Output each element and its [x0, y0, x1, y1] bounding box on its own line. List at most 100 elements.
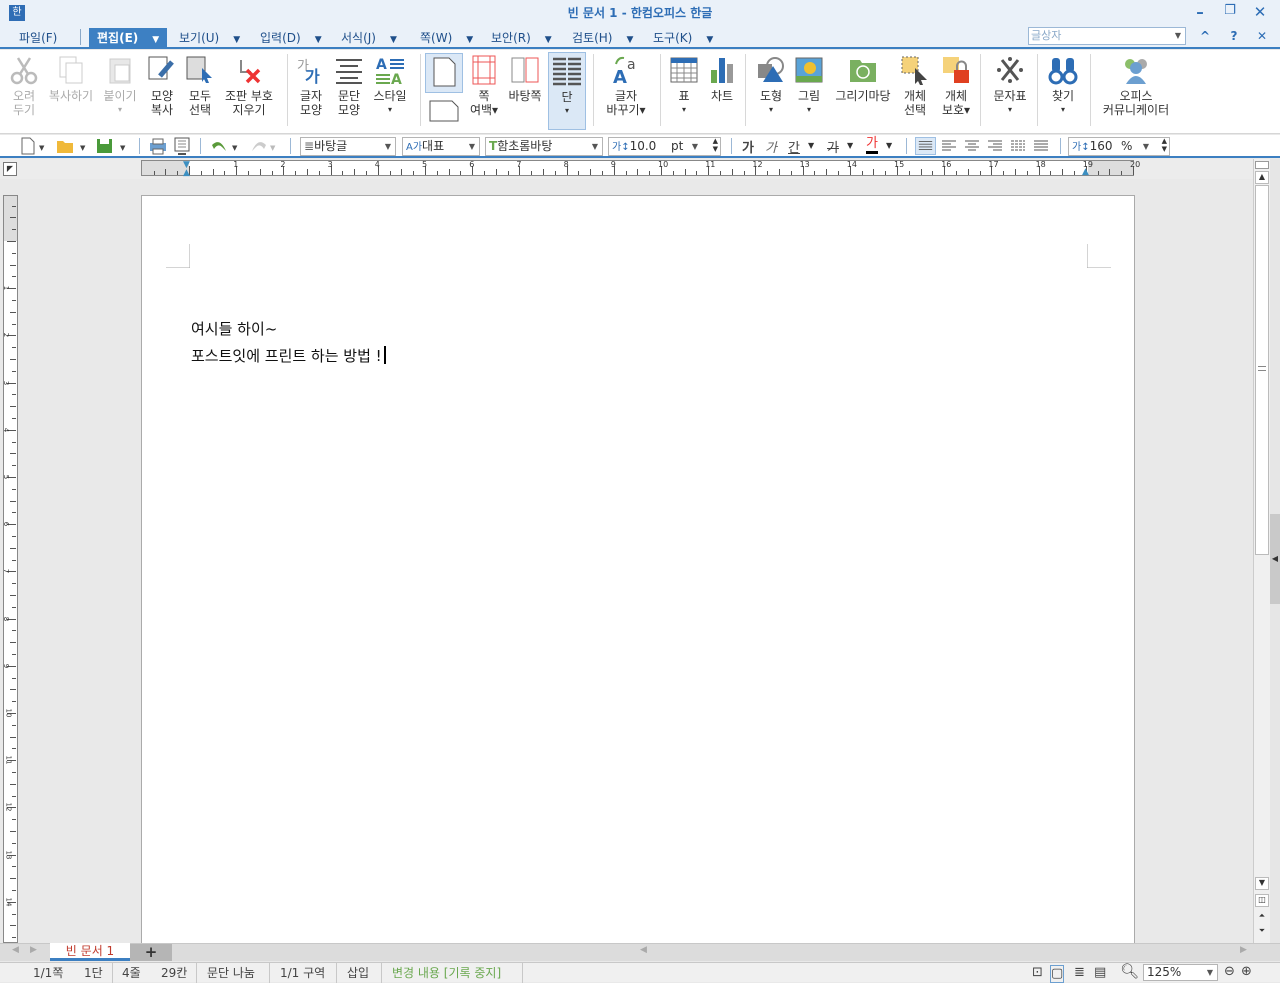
master-page-button[interactable]: 바탕쪽 [504, 52, 546, 103]
web-view-icon[interactable]: ▤ [1094, 965, 1106, 981]
underline-button[interactable]: 간 [788, 137, 800, 156]
bold-button[interactable]: 가 [742, 137, 754, 156]
table-button[interactable]: 표 ▾ [666, 52, 702, 117]
align-right-icon[interactable] [985, 137, 1005, 155]
page-landscape-icon[interactable] [428, 99, 460, 123]
style-select[interactable]: ≣바탕글 ▼ [300, 137, 396, 156]
find-button[interactable]: 찾기 ▾ [1045, 52, 1081, 117]
cut-button[interactable]: 오려 두기 [4, 52, 44, 117]
close-icon[interactable]: ✕ [1250, 3, 1270, 23]
symbol-button[interactable]: 문자표 ▾ [988, 52, 1032, 117]
page-orientation-button[interactable] [425, 53, 463, 93]
status-insert-mode[interactable]: 삽입 [347, 965, 369, 981]
chart-button[interactable]: 차트 [704, 52, 740, 103]
redo-icon[interactable]: ▼ [248, 137, 280, 155]
save-icon[interactable]: ▼ [96, 137, 128, 155]
help-icon[interactable]: ? [1224, 29, 1244, 49]
print-preview-icon[interactable] [172, 137, 192, 155]
select-all-button[interactable]: 모두 선택 [182, 52, 218, 117]
full-page-view-icon[interactable]: ⊡ [1032, 965, 1043, 981]
underline-dropdown[interactable]: ▼ [808, 141, 814, 159]
add-tab-button[interactable]: + [130, 944, 172, 961]
prev-page-icon[interactable]: ⏶ [1255, 911, 1269, 924]
scroll-up-icon[interactable]: ▲ [1255, 171, 1269, 184]
tab-type-button[interactable]: ◤ [3, 162, 17, 176]
text-line[interactable]: 포스트잇에 프린트 하는 방법 ! [191, 345, 386, 366]
zoom-select[interactable]: 125% ▼ [1143, 964, 1218, 981]
select-object-button[interactable]: 개체 선택 [897, 52, 933, 117]
char-shape-button[interactable]: 가 가 글자 모양 [293, 52, 329, 117]
undo-icon[interactable]: ▼ [210, 137, 242, 155]
restore-icon[interactable]: ❐ [1220, 3, 1240, 23]
drawing-gallery-button[interactable]: 그리기마당 [832, 52, 894, 103]
style-button[interactable]: A A 스타일 ▾ [370, 52, 410, 117]
para-shape-button[interactable]: 문단 모양 [331, 52, 367, 117]
menu-security[interactable]: 보안(R) ▼ [491, 28, 552, 49]
divide-align-icon[interactable] [1031, 137, 1051, 155]
page-margin-button[interactable]: 쪽 여백▾ [466, 52, 502, 117]
zoom-icon[interactable]: 🔍︎ [1120, 963, 1139, 979]
split-handle[interactable] [1255, 161, 1269, 169]
distribute-icon[interactable] [1008, 137, 1028, 155]
menu-page[interactable]: 쪽(W) ▼ [420, 28, 473, 49]
line-spacing-input[interactable]: 가↕160% ▼ ▲ ▼ [1068, 137, 1170, 156]
menu-review[interactable]: 검토(H) ▼ [572, 28, 633, 49]
align-left-icon[interactable] [939, 137, 959, 155]
horizontal-ruler[interactable]: 1 2 3 4 5 6 7 8 9 10 11 12 13 14 15 16 17 18 19 20 ▼ ▲ ▲ [141, 160, 1140, 178]
zoom-out-icon[interactable]: ⊖ [1224, 964, 1235, 980]
collapse-ribbon-icon[interactable]: ^ [1195, 29, 1215, 49]
status-track-changes[interactable]: 변경 내용 [기록 중지] [392, 965, 501, 981]
align-center-icon[interactable] [962, 137, 982, 155]
indent-marker-icon[interactable]: ▼ ▲ [183, 161, 193, 178]
document-page[interactable]: 여시들 하이~ 포스트잇에 프린트 하는 방법 ! [141, 195, 1135, 943]
page-view-icon[interactable]: ◫ [1255, 894, 1269, 907]
close-doc-icon[interactable]: ✕ [1252, 29, 1272, 49]
justify-icon[interactable] [915, 137, 936, 155]
remove-markup-button[interactable]: 조판 부호 지우기 [220, 52, 278, 117]
minimize-icon[interactable]: – [1190, 3, 1210, 23]
page-width-view-icon[interactable]: ▢ [1050, 965, 1065, 983]
menu-edit[interactable]: 편집(E) ▼ [89, 28, 168, 49]
font-size-input[interactable]: 가↕10.0 pt ▼ ▲ ▼ [608, 137, 721, 156]
hscroll-right-icon[interactable]: ▶ [1240, 945, 1247, 955]
vertical-scrollbar[interactable]: ▲ ▼ ◫ ⏶ ⏷ [1253, 159, 1270, 943]
new-document-icon[interactable]: ▼ [20, 137, 46, 155]
open-folder-icon[interactable]: ▼ [56, 137, 88, 155]
font-color-button[interactable]: 가 [866, 137, 878, 154]
copy-button[interactable]: 복사하기 [46, 52, 96, 103]
menu-insert[interactable]: 입력(D) ▼ [260, 28, 322, 49]
hscroll-left-icon[interactable]: ◀ [640, 945, 647, 955]
menu-file[interactable]: 파일(F) [19, 28, 57, 49]
format-painter-button[interactable]: 모양 복사 [144, 52, 180, 117]
menu-tools[interactable]: 도구(K) ▼ [653, 28, 713, 49]
font-color-dropdown[interactable]: ▼ [886, 141, 892, 159]
scroll-thumb[interactable] [1255, 185, 1269, 555]
right-indent-marker-icon[interactable]: ▲ [1082, 167, 1089, 177]
font-select[interactable]: T함초롬바탕 ▼ [485, 137, 603, 156]
status-page[interactable]: 1/1쪽 [33, 965, 63, 981]
paste-button[interactable]: 붙이기 ▾ [100, 52, 140, 117]
protect-object-button[interactable]: 개체 보호▾ [936, 52, 976, 117]
strikethrough-dropdown[interactable]: ▼ [847, 141, 853, 159]
menu-view[interactable]: 보기(U) ▼ [179, 28, 240, 49]
italic-button[interactable]: 가 [765, 137, 777, 156]
strikethrough-button[interactable]: 가 [827, 137, 839, 156]
draft-view-icon[interactable]: ≣ [1074, 965, 1085, 981]
vertical-ruler[interactable]: 1 2 3 4 5 6 7 8 9 10 11 12 13 14 [2, 195, 18, 943]
side-panel-toggle[interactable]: ◀ [1270, 159, 1280, 943]
tab-scroll-right-icon[interactable]: ▶ [30, 945, 37, 955]
columns-button[interactable]: 단 ▾ [548, 52, 586, 130]
next-page-icon[interactable]: ⏷ [1255, 926, 1269, 939]
replace-char-button[interactable]: Aa 글자 바꾸기▾ [600, 52, 652, 117]
picture-button[interactable]: 그림 ▾ [791, 52, 827, 117]
tab-document-1[interactable]: 빈 문서 1 [50, 943, 130, 961]
office-communicator-button[interactable]: 오피스 커뮤니케이터 [1097, 52, 1175, 117]
scroll-down-icon[interactable]: ▼ [1255, 877, 1269, 890]
language-select[interactable]: A가대표 ▼ [402, 137, 480, 156]
tab-scroll-left-icon[interactable]: ◀ [12, 945, 19, 955]
zoom-in-icon[interactable]: ⊕ [1241, 964, 1252, 980]
search-input[interactable]: 글상자 ▼ [1028, 27, 1186, 45]
menu-format[interactable]: 서식(J) ▼ [341, 28, 397, 49]
text-line[interactable]: 여시들 하이~ [191, 318, 277, 339]
shape-button[interactable]: 도형 ▾ [753, 52, 789, 117]
